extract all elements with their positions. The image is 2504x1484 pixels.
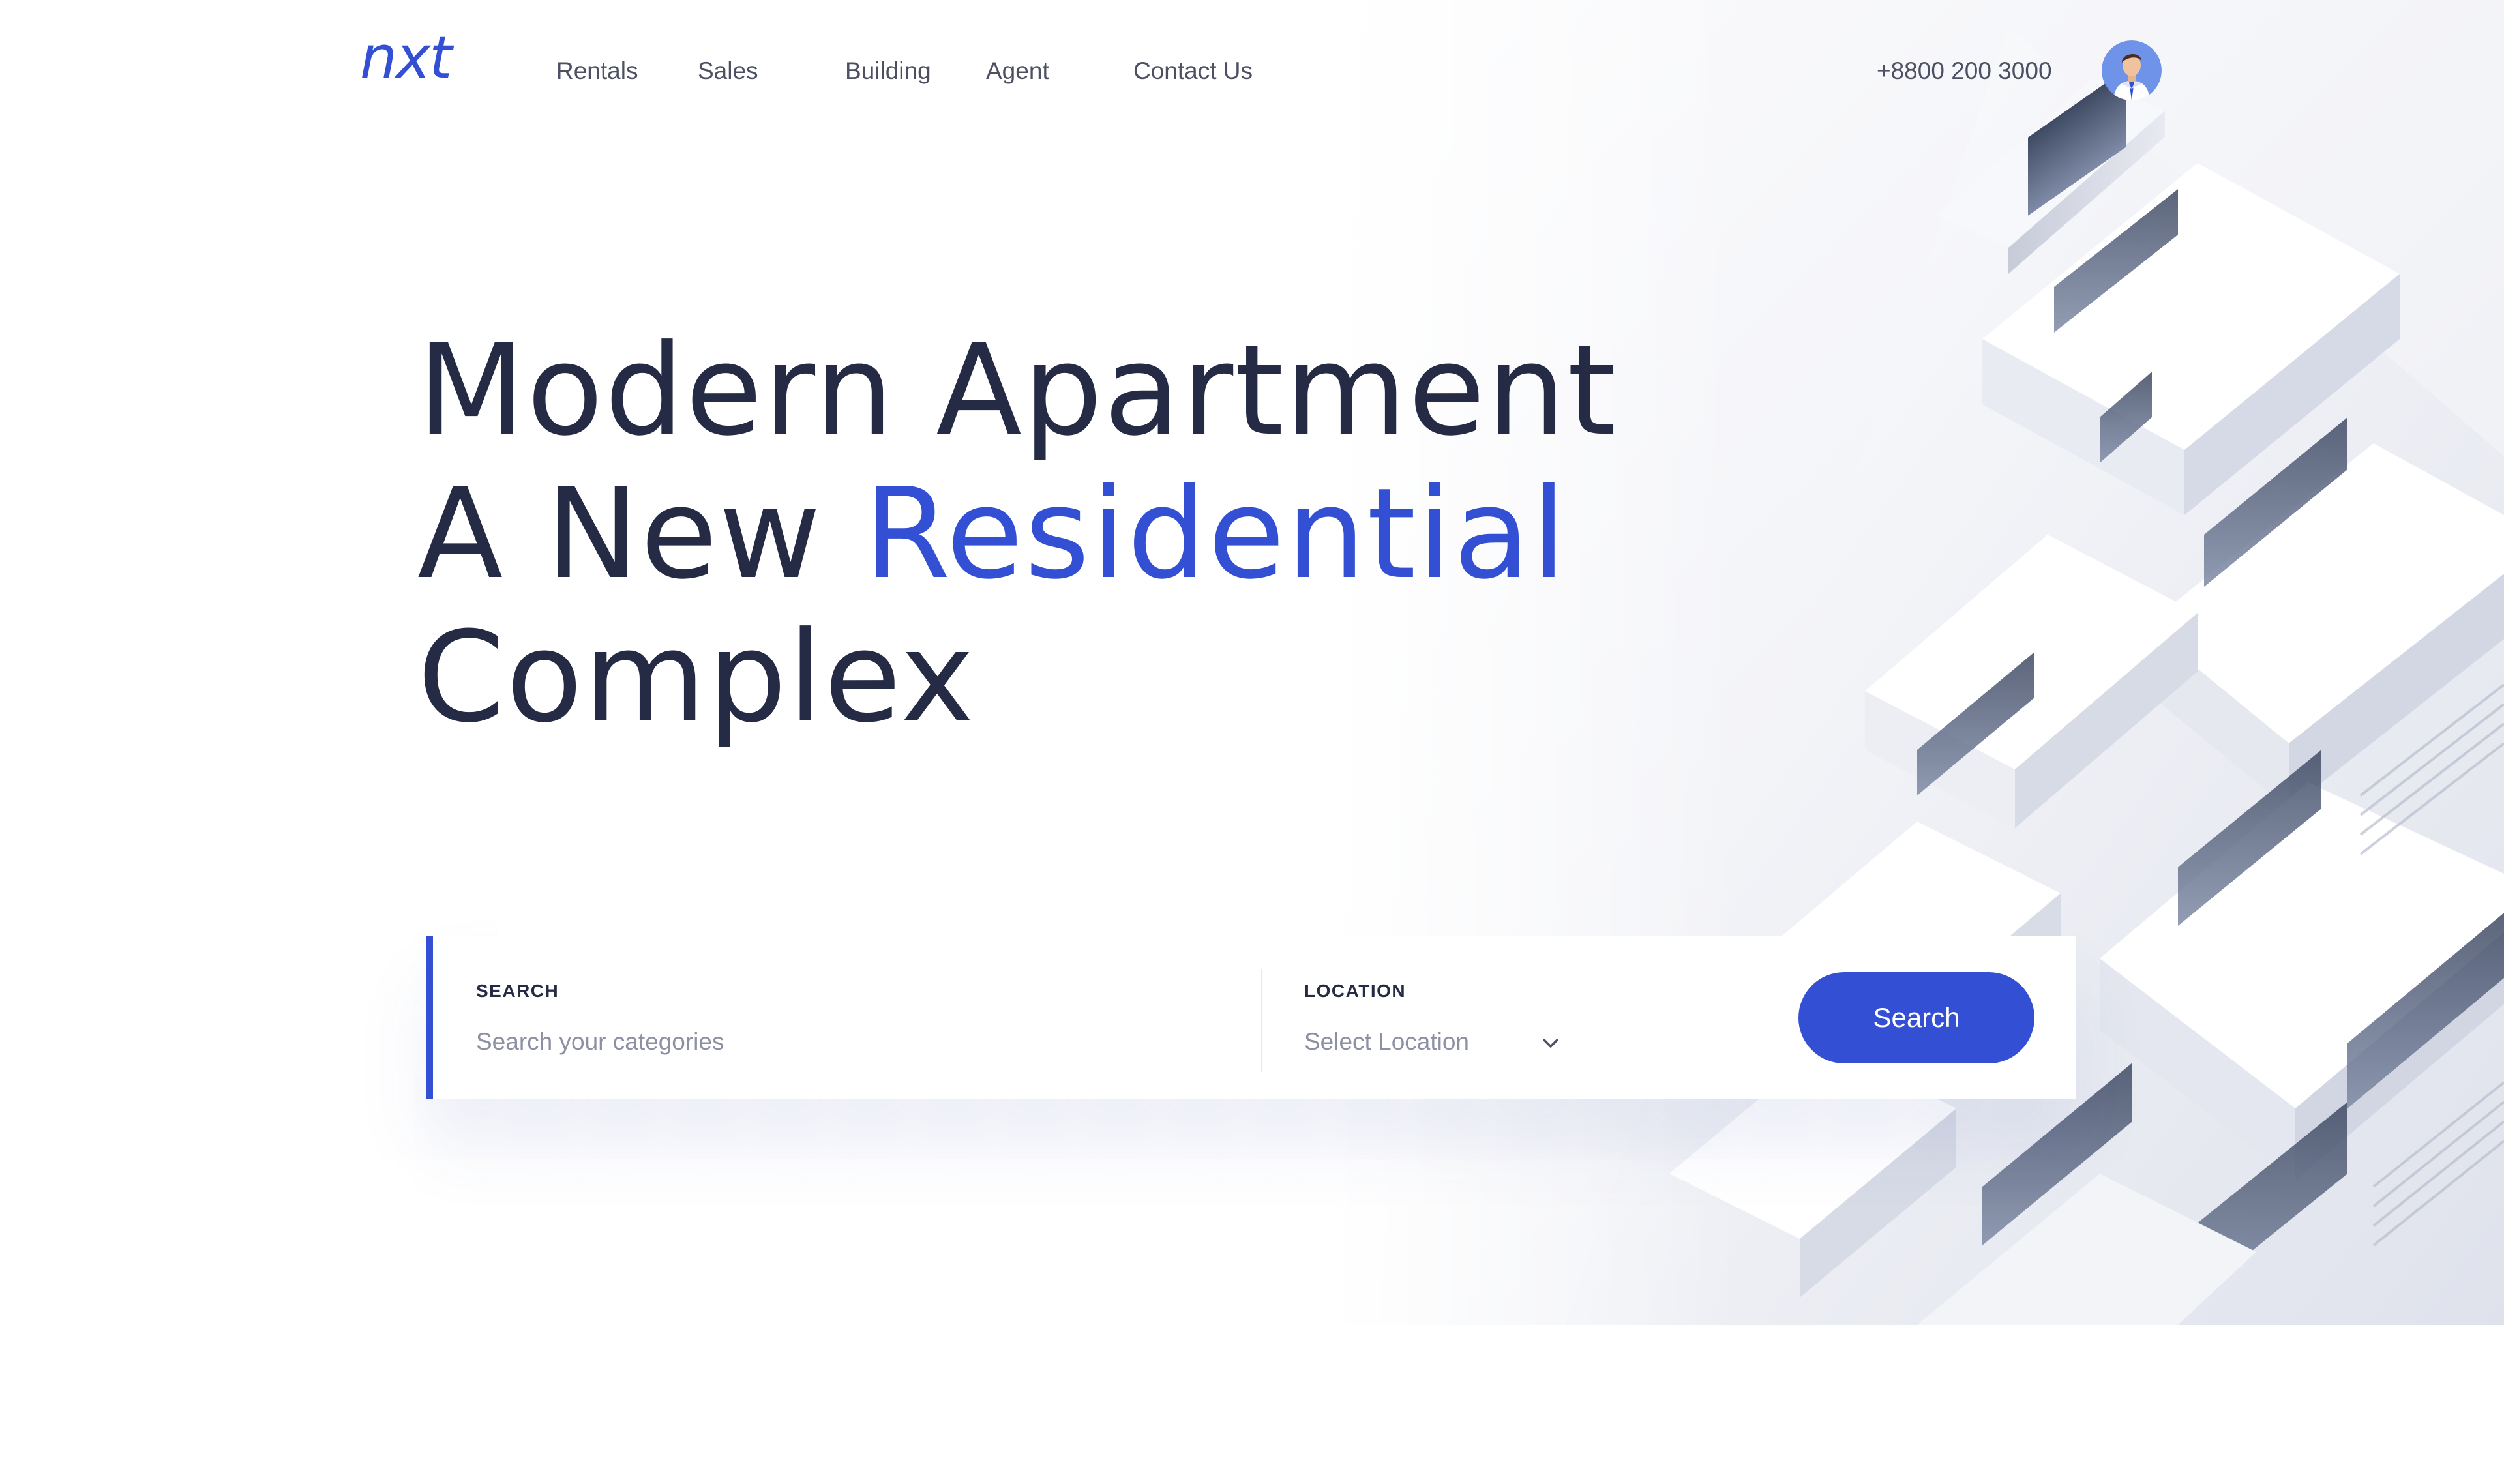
headline-line-2: A New Residential xyxy=(417,463,1618,606)
headline-line-2-prefix: A New xyxy=(417,462,823,607)
headline-line-3: Complex xyxy=(417,605,976,750)
nav-item-building[interactable]: Building xyxy=(845,56,931,86)
hero-headline: Modern Apartment A New Residential Compl… xyxy=(417,319,1618,750)
location-select[interactable]: Select Location xyxy=(1304,1022,1604,1061)
search-divider xyxy=(1261,969,1262,1072)
nav-item-contact-us[interactable]: Contact Us xyxy=(1133,56,1253,86)
nav-item-agent[interactable]: Agent xyxy=(986,56,1049,86)
search-label: SEARCH xyxy=(476,981,559,1001)
search-button[interactable]: Search xyxy=(1798,972,2034,1063)
location-selected-value: Select Location xyxy=(1304,1028,1470,1055)
user-avatar[interactable] xyxy=(2102,40,2162,100)
headline-line-1: Modern Apartment xyxy=(417,318,1618,464)
headline-highlight: Residential xyxy=(863,462,1568,607)
phone-number[interactable]: +8800 200 3000 xyxy=(1877,56,2052,86)
location-label: LOCATION xyxy=(1304,981,1407,1001)
nav-item-sales[interactable]: Sales xyxy=(698,56,758,86)
search-panel-accent-bar xyxy=(426,936,433,1099)
search-panel: SEARCH LOCATION Select Location Search xyxy=(426,936,2076,1099)
brand-logo[interactable]: nxt xyxy=(360,29,453,87)
nav-item-rentals[interactable]: Rentals xyxy=(556,56,638,86)
chevron-down-icon xyxy=(1543,1039,1558,1048)
user-avatar-icon xyxy=(2102,40,2162,100)
search-input[interactable] xyxy=(476,1022,1213,1061)
